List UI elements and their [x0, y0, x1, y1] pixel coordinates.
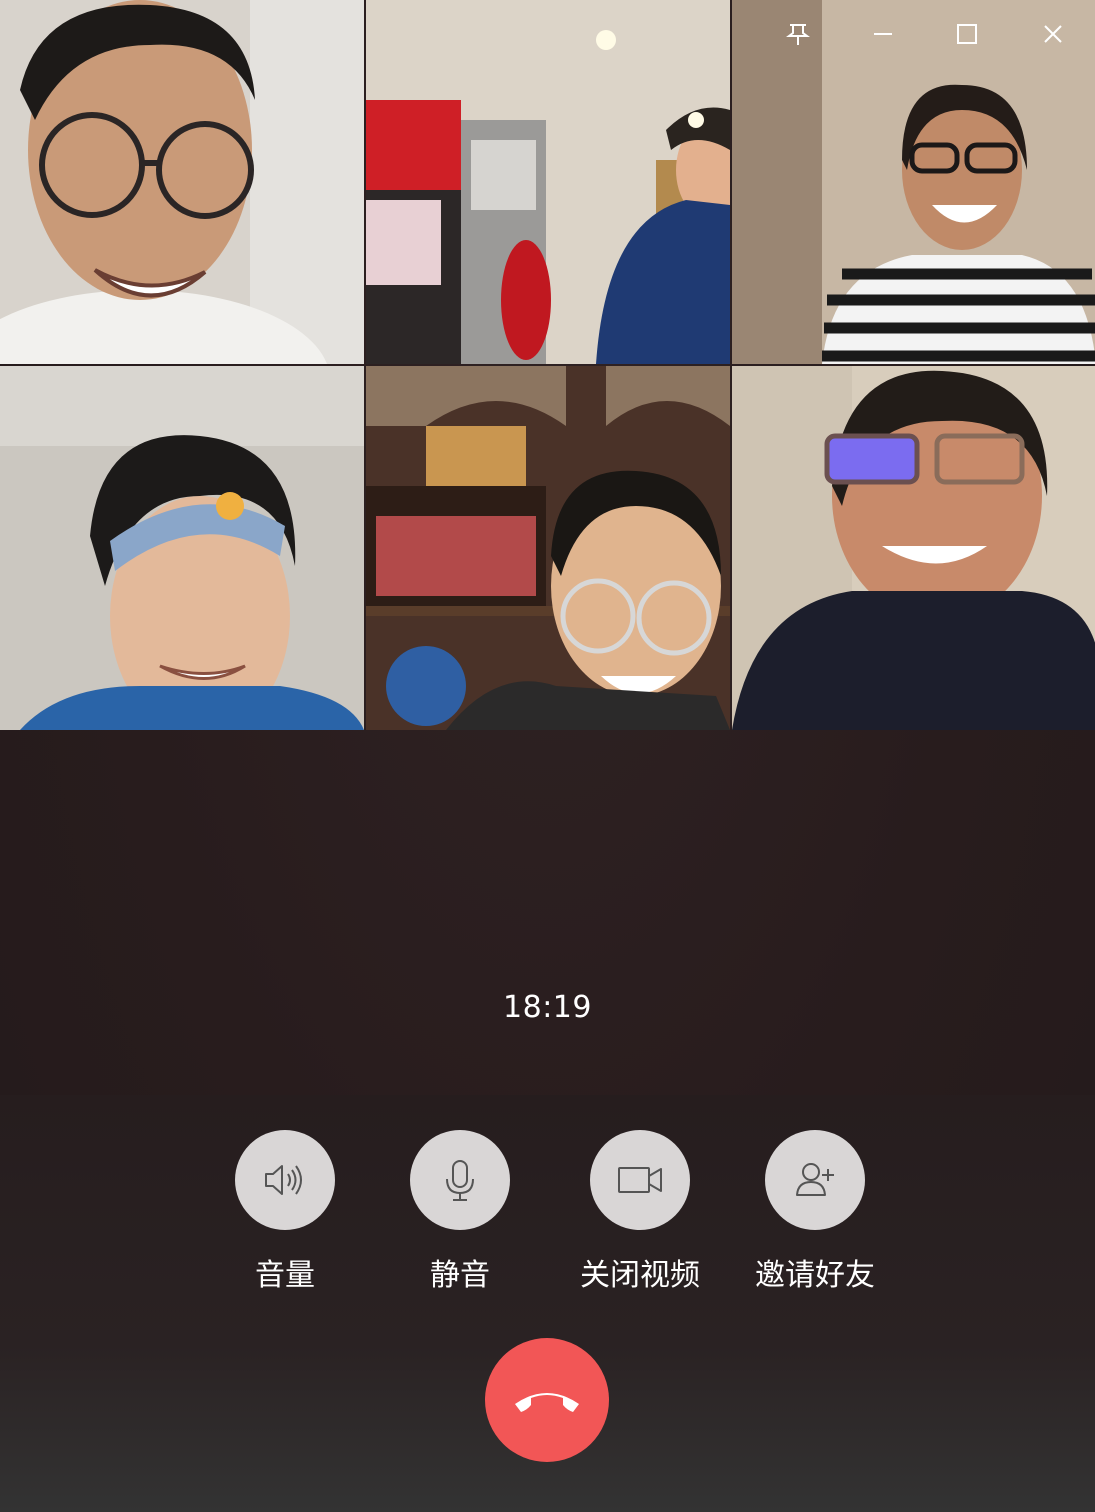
speaker-icon: [265, 1165, 302, 1195]
mute-button[interactable]: [410, 1130, 510, 1230]
minimize-button[interactable]: [863, 14, 903, 54]
video-camera-icon: [618, 1167, 662, 1193]
call-duration: 18:19: [503, 990, 592, 1025]
participant-video-feed: [732, 0, 1095, 364]
add-user-icon: [796, 1163, 834, 1196]
volume-label: 音量: [255, 1258, 315, 1293]
participant-video-feed: [366, 0, 730, 364]
maximize-icon: [957, 24, 977, 44]
participant-video-feed: [0, 0, 364, 364]
maximize-button[interactable]: [947, 14, 987, 54]
pin-icon: [786, 24, 810, 45]
video-grid: [0, 0, 1095, 730]
participant-video-5[interactable]: [366, 366, 730, 730]
mute-label: 静音: [430, 1258, 490, 1293]
call-control-panel: 音量 静音 关闭视频 邀请好友: [0, 1095, 1095, 1512]
participant-video-2[interactable]: [366, 0, 730, 364]
volume-button[interactable]: [235, 1130, 335, 1230]
participant-video-4[interactable]: [0, 366, 364, 730]
volume-control: 音量: [210, 1130, 360, 1294]
participant-video-3[interactable]: [732, 0, 1095, 364]
microphone-icon: [446, 1160, 474, 1201]
hang-up-button[interactable]: [485, 1338, 609, 1462]
mute-control: 静音: [385, 1130, 535, 1294]
participant-video-feed: [366, 366, 730, 730]
video-toggle-label: 关闭视频: [580, 1258, 700, 1293]
video-call-window: 18:19 音量 静音 关闭视频 邀请好友: [0, 0, 1095, 1512]
participant-video-feed: [732, 366, 1095, 730]
invite-button[interactable]: [765, 1130, 865, 1230]
participant-video-1[interactable]: [0, 0, 364, 364]
participant-video-6[interactable]: [732, 366, 1095, 730]
invite-label: 邀请好友: [755, 1258, 875, 1293]
pin-button[interactable]: [778, 14, 818, 54]
close-icon: [1044, 25, 1062, 43]
hang-up-icon: [515, 1393, 579, 1412]
minimize-icon: [874, 33, 892, 35]
video-toggle-control: 关闭视频: [565, 1130, 715, 1294]
participant-video-feed: [0, 366, 364, 730]
video-toggle-button[interactable]: [590, 1130, 690, 1230]
invite-control: 邀请好友: [740, 1130, 890, 1294]
close-button[interactable]: [1033, 14, 1073, 54]
